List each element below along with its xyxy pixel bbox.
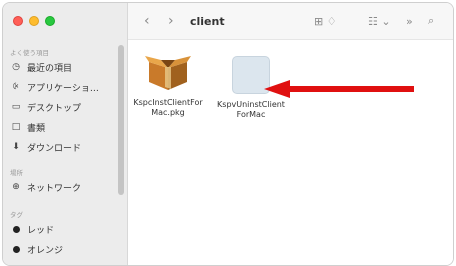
- finder-window: よく使う項目 ◷ 最近の項目 ⨴ アプリケーショ… ▭ デスクトップ □ 書類 …: [2, 2, 454, 266]
- more-toolbar-button[interactable]: »: [406, 15, 413, 28]
- tags-section-title: タグ: [10, 211, 23, 219]
- sidebar-item-documents[interactable]: □ 書類: [10, 119, 45, 135]
- sidebar-item-label: レッド: [27, 225, 55, 236]
- file-browser-content: KspcInstClientFor Mac.pkg KspvUninstClie…: [128, 40, 453, 265]
- sidebar-item-label: デスクトップ: [27, 103, 82, 114]
- close-window-button[interactable]: [13, 16, 23, 26]
- sidebar-item-recents[interactable]: ◷ 最近の項目: [10, 59, 72, 75]
- package-icon: [145, 54, 191, 94]
- red-arrow-annotation: [264, 80, 414, 98]
- applications-icon: ⨴: [12, 82, 20, 92]
- sidebar-scrollbar[interactable]: [118, 45, 124, 195]
- sidebar-item-label: アプリケーショ…: [27, 83, 99, 94]
- view-mode-button[interactable]: ⊞ ♢: [314, 15, 337, 28]
- sidebar: よく使う項目 ◷ 最近の項目 ⨴ アプリケーショ… ▭ デスクトップ □ 書類 …: [3, 3, 128, 265]
- tag-dot-icon: [10, 245, 22, 253]
- desktop-icon: ▭: [11, 102, 21, 112]
- back-button[interactable]: ‹: [144, 13, 150, 29]
- sidebar-item-label: 最近の項目: [27, 63, 73, 74]
- sidebar-item-label: ネットワーク: [27, 183, 82, 194]
- window-controls: [13, 16, 55, 26]
- sidebar-item-tag-red[interactable]: レッド: [10, 221, 54, 237]
- search-button[interactable]: ⌕: [428, 14, 434, 28]
- sidebar-item-label: 書類: [27, 123, 46, 134]
- favorites-section-title: よく使う項目: [10, 49, 49, 57]
- locations-section-title: 場所: [10, 169, 23, 177]
- file-name-line2: Mac.pkg: [151, 108, 185, 117]
- sidebar-item-tag-orange[interactable]: オレンジ: [10, 241, 63, 257]
- tag-dot-icon: [10, 225, 22, 233]
- minimize-window-button[interactable]: [29, 16, 39, 26]
- arrow-shaft: [286, 86, 414, 92]
- file-name-line1: KspcInstClientFor: [133, 98, 203, 107]
- window-title: client: [190, 14, 225, 28]
- document-icon: □: [11, 122, 21, 132]
- toolbar: ‹ › client ⊞ ♢ ☷ ⌄ » ⌕: [128, 3, 453, 40]
- group-button[interactable]: ☷ ⌄: [368, 15, 391, 28]
- clock-icon: ◷: [12, 62, 20, 72]
- forward-button[interactable]: ›: [168, 13, 174, 29]
- zoom-window-button[interactable]: [45, 16, 55, 26]
- sidebar-item-label: ダウンロード: [27, 143, 82, 154]
- sidebar-item-label: オレンジ: [27, 245, 64, 256]
- network-icon: ⊕: [12, 182, 20, 192]
- sidebar-item-applications[interactable]: ⨴ アプリケーショ…: [10, 79, 99, 95]
- sidebar-item-network[interactable]: ⊕ ネットワーク: [10, 179, 81, 195]
- sidebar-item-desktop[interactable]: ▭ デスクトップ: [10, 99, 81, 115]
- file-item-pkg[interactable]: KspcInstClientFor Mac.pkg: [128, 54, 208, 118]
- download-icon: ⬇: [12, 142, 20, 152]
- file-name-line2: ForMac: [236, 110, 266, 119]
- sidebar-item-downloads[interactable]: ⬇ ダウンロード: [10, 139, 81, 155]
- file-name-line1: KspvUninstClient: [217, 100, 285, 109]
- arrow-head: [264, 80, 290, 98]
